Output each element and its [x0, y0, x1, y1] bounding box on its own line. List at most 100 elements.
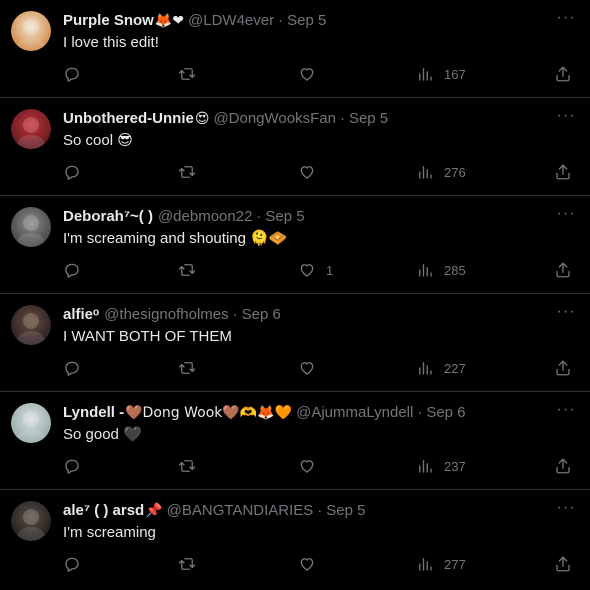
name-emoji: 🦊❤ — [154, 13, 185, 29]
retweet-button[interactable] — [178, 554, 196, 574]
action-bar: 277 — [63, 554, 583, 574]
share-icon — [556, 262, 570, 278]
avatar[interactable] — [11, 109, 51, 149]
heart-icon — [300, 558, 314, 571]
reply-header: ale⁷ ( ) arsd 📌 @BANGTANDIARIES · Sep 5 — [63, 501, 550, 521]
views-button[interactable]: 167 — [416, 64, 466, 84]
user-handle[interactable]: @BANGTANDIARIES — [167, 501, 314, 521]
views-button[interactable]: 285 — [416, 260, 466, 280]
timestamp[interactable]: Sep 5 — [326, 501, 365, 521]
reply-text: I love this edit! — [63, 34, 159, 51]
retweet-button[interactable] — [178, 64, 196, 84]
views-button[interactable]: 227 — [416, 358, 466, 378]
retweet-button[interactable] — [178, 456, 196, 476]
more-icon[interactable]: ··· — [556, 108, 576, 129]
avatar[interactable] — [11, 207, 51, 247]
user-handle[interactable]: @AjummaLyndell — [296, 403, 413, 423]
reply-button[interactable] — [63, 260, 81, 280]
display-name[interactable]: alfieᵒ — [63, 305, 99, 325]
retweet-icon — [178, 264, 196, 276]
share-button[interactable] — [554, 358, 572, 378]
reply-header: Unbothered-Unnie 😍 @DongWooksFan · Sep 5 — [63, 109, 550, 129]
timestamp[interactable]: Sep 5 — [349, 109, 388, 129]
views-button[interactable]: 277 — [416, 554, 466, 574]
share-icon — [556, 66, 570, 82]
heart-icon — [300, 460, 314, 473]
timestamp[interactable]: Sep 5 — [265, 207, 304, 227]
share-button[interactable] — [554, 554, 572, 574]
retweet-button[interactable] — [178, 162, 196, 182]
timestamp[interactable]: Sep 6 — [242, 305, 281, 325]
share-button[interactable] — [554, 162, 572, 182]
retweet-button[interactable] — [178, 260, 196, 280]
reply-item[interactable]: Lyndell - 🤎Dong Wook🤎🫶🦊🧡 @AjummaLyndell … — [0, 392, 590, 490]
heart-icon — [300, 68, 314, 81]
heart-icon — [300, 362, 314, 375]
more-icon[interactable]: ··· — [556, 304, 576, 325]
views-button[interactable]: 276 — [416, 162, 466, 182]
share-button[interactable] — [554, 456, 572, 476]
user-handle[interactable]: @DongWooksFan — [213, 109, 336, 129]
like-button[interactable] — [298, 456, 326, 476]
view-count: 167 — [444, 66, 466, 82]
reply-button[interactable] — [63, 64, 81, 84]
avatar[interactable] — [11, 11, 51, 51]
reply-button[interactable] — [63, 358, 81, 378]
like-button[interactable] — [298, 64, 326, 84]
view-count: 227 — [444, 360, 466, 376]
action-bar: 1 285 — [63, 260, 583, 280]
reply-item[interactable]: Deborah⁷~( ) @debmoon22 · Sep 5 ··· I'm … — [0, 196, 590, 294]
timestamp[interactable]: Sep 5 — [287, 11, 326, 31]
more-icon[interactable]: ··· — [556, 402, 576, 423]
reply-icon — [65, 361, 79, 376]
like-count: 1 — [326, 262, 334, 278]
avatar[interactable] — [11, 403, 51, 443]
like-button[interactable]: 1 — [298, 260, 333, 280]
like-button[interactable] — [298, 162, 326, 182]
reply-item[interactable]: Unbothered-Unnie 😍 @DongWooksFan · Sep 5… — [0, 98, 590, 196]
display-name[interactable]: ale⁷ ( ) arsd — [63, 501, 144, 521]
more-icon[interactable]: ··· — [556, 10, 576, 31]
reply-item[interactable]: alfieᵒ @thesignofholmes · Sep 6 ··· I WA… — [0, 294, 590, 392]
avatar-image — [11, 403, 51, 443]
timestamp[interactable]: Sep 6 — [426, 403, 465, 423]
like-button[interactable] — [298, 358, 326, 378]
reply-text: So cool 😎 — [63, 132, 133, 149]
display-name[interactable]: Lyndell - — [63, 403, 124, 423]
reply-text: I'm screaming and shouting 🫠🧇 — [63, 230, 288, 247]
view-count: 276 — [444, 164, 466, 180]
share-icon — [556, 458, 570, 474]
reply-header: Deborah⁷~( ) @debmoon22 · Sep 5 — [63, 207, 550, 227]
action-bar: 167 — [63, 64, 583, 84]
display-name[interactable]: Deborah⁷~( ) — [63, 207, 153, 227]
name-emoji: 🤎Dong Wook🤎🫶🦊🧡 — [125, 405, 293, 421]
reply-button[interactable] — [63, 456, 81, 476]
user-handle[interactable]: @thesignofholmes — [104, 305, 228, 325]
reply-button[interactable] — [63, 162, 81, 182]
reply-button[interactable] — [63, 554, 81, 574]
more-icon[interactable]: ··· — [556, 500, 576, 521]
avatar-image — [11, 501, 51, 541]
heart-icon — [300, 166, 314, 179]
reply-text: I'm screaming — [63, 524, 156, 541]
views-chart-icon — [419, 166, 432, 179]
user-handle[interactable]: @debmoon22 — [158, 207, 252, 227]
views-button[interactable]: 237 — [416, 456, 466, 476]
action-bar: 276 — [63, 162, 583, 182]
share-button[interactable] — [554, 64, 572, 84]
views-chart-icon — [419, 362, 432, 375]
more-icon[interactable]: ··· — [556, 206, 576, 227]
share-button[interactable] — [554, 260, 572, 280]
views-chart-icon — [419, 558, 432, 571]
reply-item[interactable]: ale⁷ ( ) arsd 📌 @BANGTANDIARIES · Sep 5 … — [0, 490, 590, 590]
like-button[interactable] — [298, 554, 326, 574]
avatar[interactable] — [11, 501, 51, 541]
display-name[interactable]: Purple Snow — [63, 11, 154, 31]
retweet-button[interactable] — [178, 358, 196, 378]
user-handle[interactable]: @LDW4ever — [188, 11, 274, 31]
display-name[interactable]: Unbothered-Unnie — [63, 109, 194, 129]
separator-dot: · — [232, 306, 238, 323]
reply-icon — [65, 67, 79, 82]
reply-item[interactable]: Purple Snow 🦊❤ @LDW4ever · Sep 5 ··· I l… — [0, 0, 590, 98]
avatar[interactable] — [11, 305, 51, 345]
